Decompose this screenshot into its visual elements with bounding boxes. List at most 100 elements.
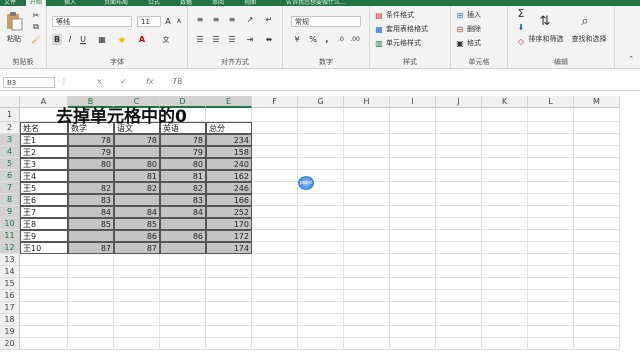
cell-f1[interactable] (252, 108, 298, 122)
cell-a17[interactable] (20, 302, 68, 314)
cell-a6[interactable]: 王4 (20, 170, 68, 182)
row-header-4[interactable]: 4 (0, 146, 20, 158)
cell-a4[interactable]: 王2 (20, 146, 68, 158)
cell-e17[interactable] (206, 302, 252, 314)
cell-m17[interactable] (574, 302, 620, 314)
cell-j16[interactable] (436, 290, 482, 302)
cell-e8[interactable]: 166 (206, 194, 252, 206)
cell-a8[interactable]: 王6 (20, 194, 68, 206)
cell-j2[interactable] (436, 122, 482, 134)
number-format-select[interactable]: 常规 (291, 16, 361, 27)
cell-d17[interactable] (160, 302, 206, 314)
cell-h20[interactable] (344, 338, 390, 350)
cell-b18[interactable] (68, 314, 114, 326)
cell-style-button[interactable]: 单元格样式 (386, 38, 446, 48)
cell-j13[interactable] (436, 254, 482, 266)
cell-m18[interactable] (574, 314, 620, 326)
cell-g9[interactable] (298, 206, 344, 218)
cell-l5[interactable] (528, 158, 574, 170)
cell-d11[interactable]: 86 (160, 230, 206, 242)
cell-l19[interactable] (528, 326, 574, 338)
cell-j1[interactable] (436, 108, 482, 122)
cell-m15[interactable] (574, 278, 620, 290)
cell-i8[interactable] (390, 194, 436, 206)
cell-a18[interactable] (20, 314, 68, 326)
increase-decimal-icon[interactable]: .0 (335, 34, 347, 44)
row-header-19[interactable]: 19 (0, 326, 20, 338)
cell-i16[interactable] (390, 290, 436, 302)
cell-d15[interactable] (160, 278, 206, 290)
cell-c11[interactable]: 86 (114, 230, 160, 242)
cell-e13[interactable] (206, 254, 252, 266)
cell-e20[interactable] (206, 338, 252, 350)
table-format-button[interactable]: 套用表格格式 (386, 24, 448, 34)
cell-a10[interactable]: 王8 (20, 218, 68, 230)
cell-d20[interactable] (160, 338, 206, 350)
cell-c10[interactable]: 85 (114, 218, 160, 230)
cell-m3[interactable] (574, 134, 620, 146)
cell-b14[interactable] (68, 266, 114, 278)
cell-b17[interactable] (68, 302, 114, 314)
cell-l18[interactable] (528, 314, 574, 326)
cell-k15[interactable] (482, 278, 528, 290)
phonetic-icon[interactable]: 文 (159, 34, 173, 45)
row-header-18[interactable]: 18 (0, 314, 20, 326)
cell-d12[interactable] (160, 242, 206, 254)
cell-a16[interactable] (20, 290, 68, 302)
cell-i1[interactable] (390, 108, 436, 122)
cell-h15[interactable] (344, 278, 390, 290)
cell-k19[interactable] (482, 326, 528, 338)
cell-i15[interactable] (390, 278, 436, 290)
row-header-15[interactable]: 15 (0, 278, 20, 290)
cell-g19[interactable] (298, 326, 344, 338)
cell-d14[interactable] (160, 266, 206, 278)
cell-b12[interactable]: 87 (68, 242, 114, 254)
cell-f14[interactable] (252, 266, 298, 278)
cell-a14[interactable] (20, 266, 68, 278)
cell-k1[interactable] (482, 108, 528, 122)
column-header-m[interactable]: M (574, 96, 620, 108)
cell-m7[interactable] (574, 182, 620, 194)
cell-k11[interactable] (482, 230, 528, 242)
cell-e19[interactable] (206, 326, 252, 338)
cell-m13[interactable] (574, 254, 620, 266)
cell-i9[interactable] (390, 206, 436, 218)
cell-l16[interactable] (528, 290, 574, 302)
align-center-icon[interactable]: ☰ (210, 34, 222, 44)
cell-m5[interactable] (574, 158, 620, 170)
cell-m2[interactable] (574, 122, 620, 134)
align-middle-icon[interactable]: ≡ (210, 14, 222, 24)
cell-a3[interactable]: 王1 (20, 134, 68, 146)
cell-j4[interactable] (436, 146, 482, 158)
cell-c14[interactable] (114, 266, 160, 278)
cell-k3[interactable] (482, 134, 528, 146)
cell-b19[interactable] (68, 326, 114, 338)
cell-l3[interactable] (528, 134, 574, 146)
cell-a19[interactable] (20, 326, 68, 338)
cell-i19[interactable] (390, 326, 436, 338)
copy-icon[interactable]: ⧉ (30, 22, 42, 32)
cell-l11[interactable] (528, 230, 574, 242)
cell-c7[interactable]: 82 (114, 182, 160, 194)
cell-h17[interactable] (344, 302, 390, 314)
cell-l2[interactable] (528, 122, 574, 134)
cell-k9[interactable] (482, 206, 528, 218)
cell-f9[interactable] (252, 206, 298, 218)
select-all-corner[interactable] (0, 96, 20, 108)
cell-b3[interactable]: 78 (68, 134, 114, 146)
cell-l10[interactable] (528, 218, 574, 230)
cell-e11[interactable]: 172 (206, 230, 252, 242)
cell-e18[interactable] (206, 314, 252, 326)
cell-i20[interactable] (390, 338, 436, 350)
cell-l15[interactable] (528, 278, 574, 290)
cell-m20[interactable] (574, 338, 620, 350)
cell-g3[interactable] (298, 134, 344, 146)
cell-j8[interactable] (436, 194, 482, 206)
cell-g20[interactable] (298, 338, 344, 350)
cell-h6[interactable] (344, 170, 390, 182)
cell-j5[interactable] (436, 158, 482, 170)
cell-e16[interactable] (206, 290, 252, 302)
cell-e12[interactable]: 174 (206, 242, 252, 254)
cell-b6[interactable] (68, 170, 114, 182)
bold-icon[interactable]: B (52, 34, 62, 45)
